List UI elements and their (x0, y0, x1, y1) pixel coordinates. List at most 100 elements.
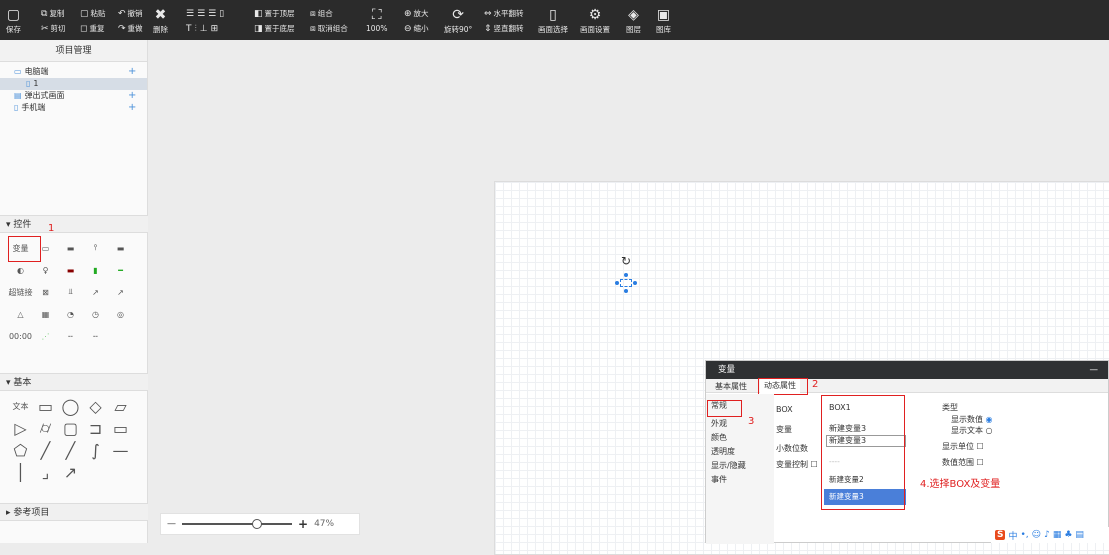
callout-icon[interactable]: ⊐ (83, 419, 108, 438)
selected-variable-widget[interactable] (615, 273, 637, 293)
show-text-option[interactable]: 显示文本 ○ (951, 425, 993, 436)
flip-vertical-button[interactable]: ⇕ 竖直翻转 (484, 24, 524, 34)
flip-horizontal-button[interactable]: ⇔ 水平翻转 (484, 9, 524, 19)
redo-button[interactable]: ↷ 重做 (118, 24, 143, 34)
value-range-option[interactable]: 数值范围 ☐ (942, 457, 984, 468)
resize-handle[interactable] (624, 289, 628, 293)
control-box-icon[interactable]: ▭ (33, 240, 58, 256)
control-gauge-icon[interactable]: ◔ (58, 306, 83, 322)
resize-handle[interactable] (615, 281, 619, 285)
zoom-in-control[interactable]: + (298, 517, 308, 531)
category-color[interactable]: 颜色 (711, 432, 727, 443)
parallelogram-icon[interactable]: ▱ (108, 397, 133, 416)
save-button[interactable]: ▢ 保存 (6, 6, 21, 35)
repeat-button[interactable]: ◻ 重复 (80, 24, 104, 34)
tree-item-page-1[interactable]: ▯ 1 (0, 78, 147, 90)
tree-item-desktop[interactable]: ▭ 电脑端 + (0, 66, 147, 78)
radio-empty-icon[interactable]: ○ (986, 426, 993, 435)
canvas-settings-button[interactable]: ⚙ 画面设置 (580, 6, 610, 35)
gallery-button[interactable]: ▣ 图库 (656, 6, 671, 35)
control-clock-icon[interactable]: ◷ (83, 306, 108, 322)
card-icon[interactable]: ▭ (108, 419, 133, 438)
control-variable[interactable]: 变量 (8, 240, 33, 256)
control-hyperlink[interactable]: 超链接 (8, 284, 33, 300)
control-level-icon[interactable]: ▮ (83, 262, 108, 278)
control-bar-icon[interactable]: ▬ (108, 240, 133, 256)
align-buttons-row2[interactable]: T⫶⊥⊞ (186, 24, 221, 34)
ime-language[interactable]: 中 (1008, 529, 1017, 542)
tools-icon[interactable]: ▤ (1075, 530, 1084, 540)
ungroup-button[interactable]: ⧈ 取消组合 (310, 24, 348, 34)
layers-button[interactable]: ◈ 图层 (626, 6, 641, 35)
resize-handle[interactable] (633, 281, 637, 285)
curve-icon[interactable]: ∫ (83, 441, 108, 460)
checkbox-icon[interactable]: ☐ (977, 458, 984, 467)
control-progress-icon[interactable]: ▬ (58, 262, 83, 278)
control-display-icon[interactable]: ▬ (58, 240, 83, 256)
control-toggle-icon[interactable]: ◐ (8, 262, 33, 278)
add-icon[interactable]: + (128, 102, 136, 114)
control-alarm-icon[interactable]: △ (8, 306, 33, 322)
send-bottom-button[interactable]: ◨ 置于底层 (254, 24, 295, 34)
dash-line-icon[interactable]: ╱ (58, 441, 83, 460)
align-buttons-row1[interactable]: ☰☰☰▯ (186, 9, 227, 19)
control-bulb-icon[interactable]: ♀ (33, 262, 58, 278)
triangle-icon[interactable]: ▷ (8, 419, 33, 438)
category-appearance[interactable]: 外观 (711, 418, 727, 429)
rotate-button[interactable]: ⟳ 旋转90° (444, 6, 472, 35)
show-unit-option[interactable]: 显示单位 ☐ (942, 441, 984, 452)
control-image-icon[interactable]: ⊠ (33, 284, 58, 300)
rotate-handle-icon[interactable]: ↻ (621, 254, 631, 268)
elbow-icon[interactable]: ⌟ (33, 463, 58, 482)
control-curve-icon[interactable]: ⋰ (33, 328, 58, 344)
hline-icon[interactable]: — (108, 441, 133, 460)
radio-selected-icon[interactable]: ◉ (986, 415, 993, 424)
ellipse-icon[interactable]: ◯ (58, 397, 83, 416)
undo-button[interactable]: ↶ 撤销 (118, 9, 143, 19)
diamond-icon[interactable]: ◇ (83, 397, 108, 416)
control-slider-icon[interactable]: ⫯ (83, 240, 108, 256)
add-icon[interactable]: + (128, 90, 136, 102)
delete-button[interactable]: ✖ 删除 (153, 6, 168, 35)
cylinder-icon[interactable]: ⌭ (33, 418, 58, 437)
add-icon[interactable]: + (128, 66, 136, 78)
fit-zoom-button[interactable]: ⛶ 100% (366, 6, 387, 33)
control-chart-icon[interactable]: ⫫ (58, 284, 83, 300)
zoom-slider-thumb[interactable] (252, 519, 262, 529)
punct-icon[interactable]: •, (1021, 530, 1029, 540)
tree-item-mobile[interactable]: ▯ 手机端 + (0, 102, 147, 114)
zoom-in-button[interactable]: ⊕ 放大 (404, 9, 429, 19)
resize-handle[interactable] (624, 273, 628, 277)
minimize-button[interactable]: — (1090, 361, 1099, 379)
show-value-option[interactable]: 显示数值 ◉ (951, 414, 993, 425)
shape-text[interactable]: 文本 (8, 398, 33, 414)
canvas-select-button[interactable]: ▯ 画面选择 (538, 6, 568, 35)
rectangle-icon[interactable]: ▭ (33, 397, 58, 416)
category-events[interactable]: 事件 (711, 474, 727, 485)
cut-button[interactable]: ✂ 剪切 (41, 24, 66, 34)
emoji-icon[interactable]: ☺ (1032, 530, 1041, 540)
ime-logo-icon[interactable]: S (995, 530, 1006, 540)
zoom-out-control[interactable]: — (167, 519, 176, 529)
control-misc1-icon[interactable]: ╌ (58, 328, 83, 344)
pentagon-icon[interactable]: ⬠ (8, 441, 33, 460)
tree-item-popup[interactable]: ▤ 弹出式画面 + (0, 90, 147, 102)
reference-section-header[interactable]: ▸ 参考项目 (0, 503, 148, 521)
control-trend-icon[interactable]: ↗ (83, 284, 108, 300)
tab-basic-properties[interactable]: 基本属性 (715, 381, 747, 392)
control-camera-icon[interactable]: ◎ (108, 306, 133, 322)
mic-icon[interactable]: ♪ (1044, 530, 1050, 540)
keyboard-icon[interactable]: ▦ (1053, 530, 1062, 540)
category-opacity[interactable]: 透明度 (711, 446, 735, 457)
zoom-out-button[interactable]: ⊖ 缩小 (404, 24, 429, 34)
control-line-icon[interactable]: ━ (108, 262, 133, 278)
line-icon[interactable]: ╱ (33, 441, 58, 460)
category-visibility[interactable]: 显示/隐藏 (711, 460, 746, 471)
arrow-line-icon[interactable]: ↗ (58, 463, 83, 482)
group-button[interactable]: ⧈ 组合 (310, 9, 333, 19)
vline-icon[interactable]: │ (8, 463, 33, 482)
copy-button[interactable]: ⧉ 复制 (41, 9, 64, 19)
paste-button[interactable]: ▢ 粘贴 (80, 9, 106, 19)
basic-section-header[interactable]: ▾ 基本 (0, 373, 148, 391)
control-trend2-icon[interactable]: ↗ (108, 284, 133, 300)
